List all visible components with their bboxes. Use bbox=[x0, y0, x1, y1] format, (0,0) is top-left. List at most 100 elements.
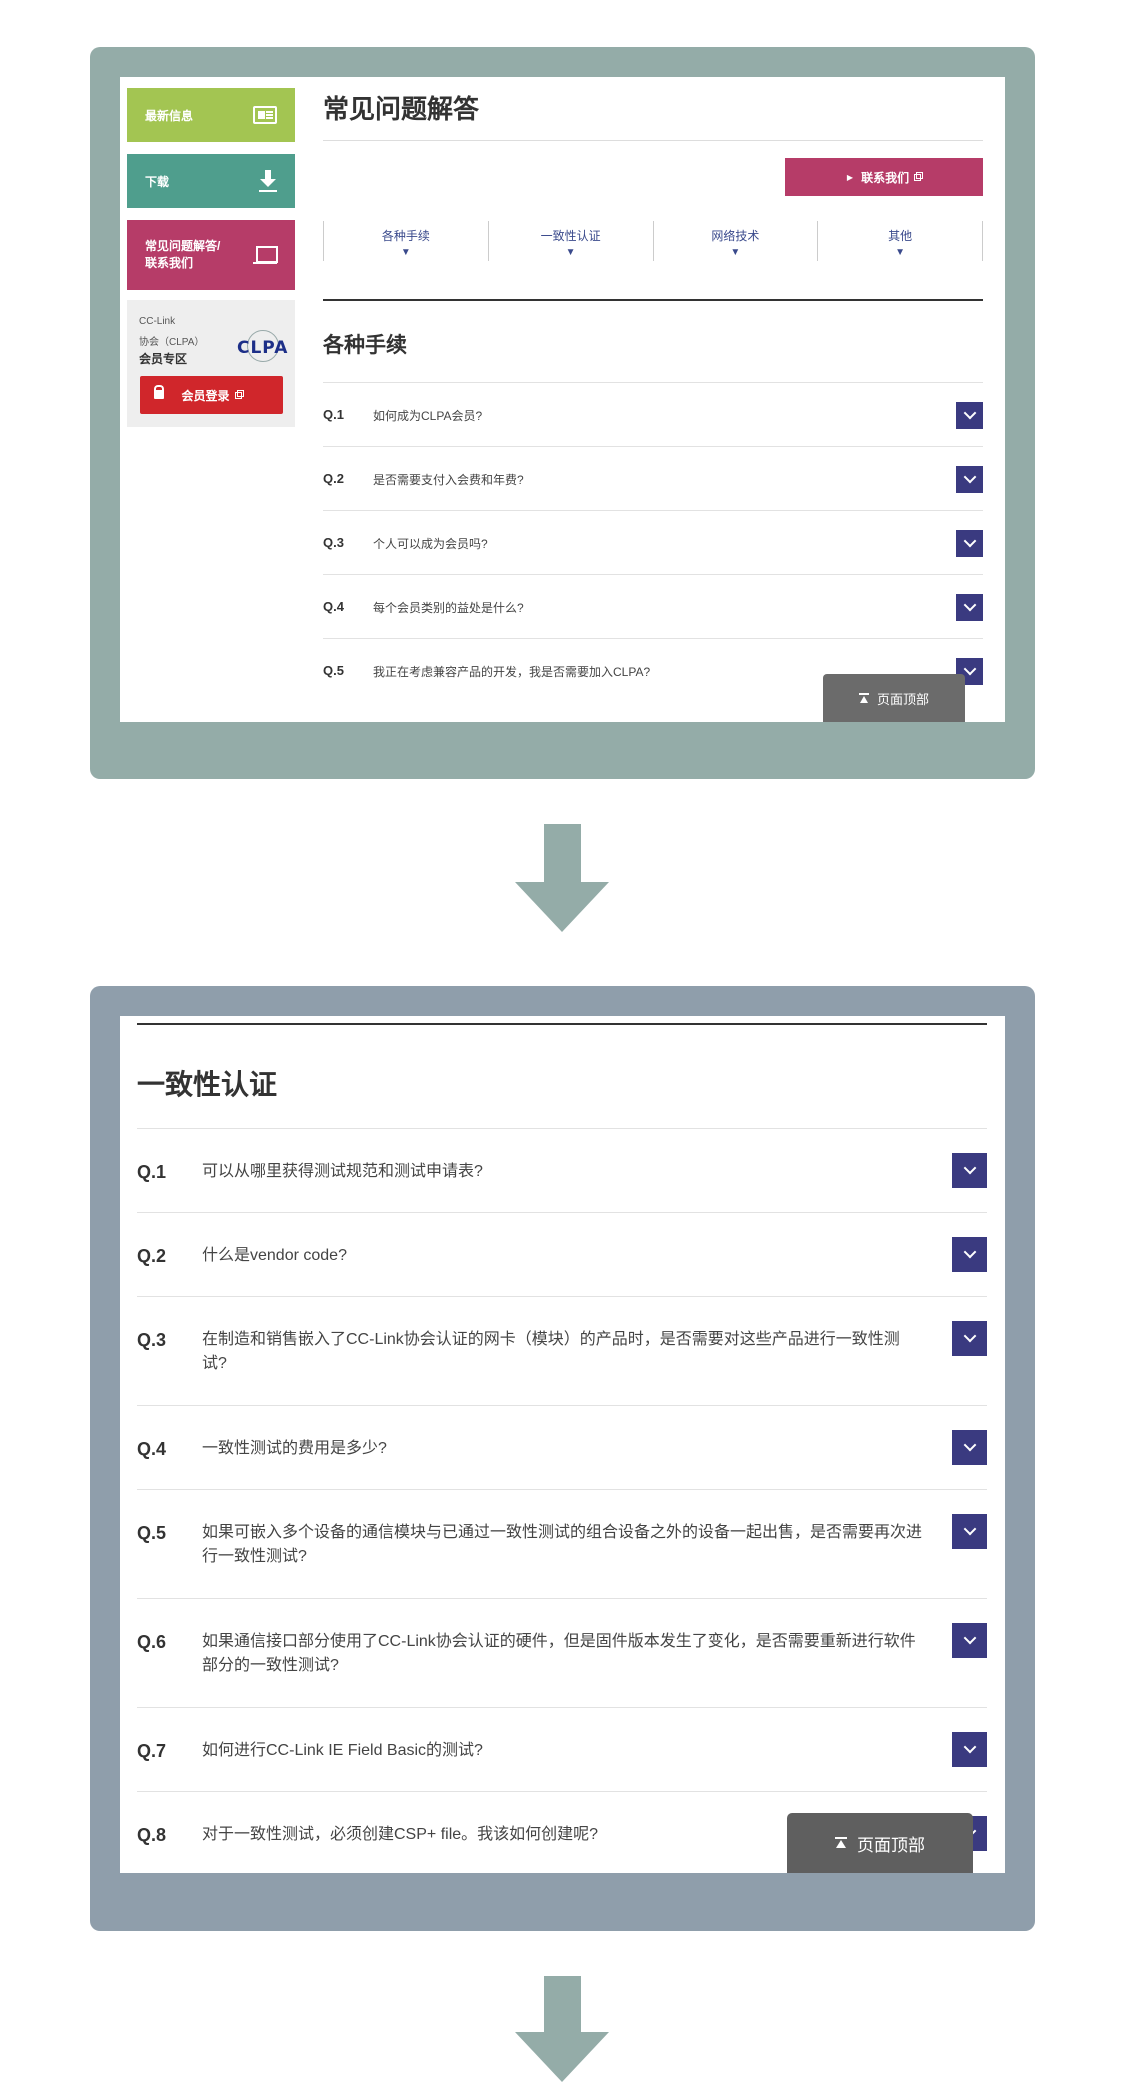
question-text: 什么是vendor code? bbox=[202, 1247, 347, 1264]
screenshot-frame-1: 最新信息 下载 常见问题解答/ 联系我们 CC-Link 协会（CLPA） 会员… bbox=[90, 47, 1035, 779]
question-number: Q.8 bbox=[137, 1825, 167, 1845]
tab-conformance[interactable]: 一致性认证 ▼ bbox=[487, 221, 653, 261]
tab-label: 一致性认证 bbox=[540, 229, 601, 243]
question-text: 我正在考虑兼容产品的开发，我是否需要加入CLPA? bbox=[373, 665, 651, 679]
question-text: 如果可嵌入多个设备的通信模块与已通过一致性测试的组合设备之外的设备一起出售，是否… bbox=[202, 1524, 923, 1565]
laptop-icon bbox=[253, 246, 278, 264]
chevron-down-icon[interactable] bbox=[952, 1153, 987, 1188]
faq-item[interactable]: Q.1 如何成为CLPA会员? bbox=[323, 382, 983, 446]
play-icon: ▶ bbox=[846, 172, 854, 182]
member-text-cclink: CC-Link bbox=[139, 316, 176, 327]
newspaper-icon bbox=[253, 106, 277, 124]
chevron-down-icon[interactable] bbox=[956, 530, 983, 557]
down-triangle-icon: ▼ bbox=[895, 247, 906, 258]
question-text: 在制造和销售嵌入了CC-Link协会认证的网卡（模块）的产品时，是否需要对这些产… bbox=[202, 1331, 900, 1372]
tab-other[interactable]: 其他 ▼ bbox=[817, 221, 983, 261]
faq-item[interactable]: Q.3 在制造和销售嵌入了CC-Link协会认证的网卡（模块）的产品时，是否需要… bbox=[137, 1296, 987, 1405]
question-number: Q.7 bbox=[137, 1741, 167, 1761]
chevron-down-icon[interactable] bbox=[952, 1321, 987, 1356]
question-number: Q.6 bbox=[137, 1632, 167, 1652]
external-link-icon bbox=[914, 171, 924, 181]
question-number: Q.5 bbox=[323, 663, 344, 678]
sidebar-item-label: 最新信息 bbox=[145, 108, 194, 123]
question-text: 是否需要支付入会费和年费? bbox=[373, 473, 524, 487]
sidebar-item-faq-contact[interactable]: 常见问题解答/ 联系我们 bbox=[127, 220, 295, 290]
question-text: 一致性测试的费用是多少? bbox=[202, 1440, 387, 1457]
chevron-down-icon[interactable] bbox=[952, 1237, 987, 1272]
chevron-down-icon[interactable] bbox=[952, 1514, 987, 1549]
contact-label: 联系我们 bbox=[861, 170, 910, 185]
sidebar-item-label: 常见问题解答/ 联系我们 bbox=[145, 238, 220, 272]
title-divider bbox=[323, 140, 983, 141]
down-triangle-icon: ▼ bbox=[730, 247, 741, 258]
lock-icon bbox=[154, 385, 164, 399]
question-number: Q.5 bbox=[137, 1523, 167, 1543]
question-text: 可以从哪里获得测试规范和测试申请表? bbox=[202, 1163, 483, 1180]
section-title: 各种手续 bbox=[323, 334, 407, 357]
member-text-association: 协会（CLPA） bbox=[139, 337, 205, 348]
faq-item[interactable]: Q.3 个人可以成为会员吗? bbox=[323, 510, 983, 574]
member-text-area: 会员专区 bbox=[139, 352, 188, 366]
back-to-top-button[interactable]: 页面顶部 bbox=[787, 1813, 973, 1873]
back-to-top-button[interactable]: 页面顶部 bbox=[823, 674, 965, 722]
faq-label-line1: 常见问题解答/ bbox=[145, 239, 221, 253]
screenshot-frame-2: 一致性认证 Q.1 可以从哪里获得测试规范和测试申请表? Q.2 什么是vend… bbox=[90, 986, 1035, 1931]
faq-item[interactable]: Q.6 如果通信接口部分使用了CC-Link协会认证的硬件，但是固件版本发生了变… bbox=[137, 1598, 987, 1707]
sidebar-item-download[interactable]: 下载 bbox=[127, 154, 295, 208]
faq-list: Q.1 如何成为CLPA会员? Q.2 是否需要支付入会费和年费? Q.3 个人… bbox=[323, 382, 983, 702]
arrow-up-icon bbox=[858, 693, 869, 703]
faq-list: Q.1 可以从哪里获得测试规范和测试申请表? Q.2 什么是vendor cod… bbox=[137, 1128, 987, 1873]
faq-item[interactable]: Q.2 是否需要支付入会费和年费? bbox=[323, 446, 983, 510]
sidebar-item-label: 下载 bbox=[145, 174, 170, 189]
question-text: 如果通信接口部分使用了CC-Link协会认证的硬件，但是固件版本发生了变化，是否… bbox=[202, 1633, 916, 1674]
chevron-down-icon[interactable] bbox=[952, 1732, 987, 1767]
page-title: 常见问题解答 bbox=[323, 94, 480, 124]
question-text: 每个会员类别的益处是什么? bbox=[373, 601, 524, 615]
chevron-down-icon[interactable] bbox=[956, 466, 983, 493]
chevron-down-icon[interactable] bbox=[956, 594, 983, 621]
contact-us-button[interactable]: ▶ 联系我们 bbox=[785, 158, 983, 196]
chevron-down-icon[interactable] bbox=[952, 1623, 987, 1658]
external-link-icon bbox=[234, 389, 244, 399]
tab-procedures[interactable]: 各种手续 ▼ bbox=[323, 221, 488, 261]
question-number: Q.1 bbox=[137, 1162, 167, 1182]
faq-label-line2: 联系我们 bbox=[145, 256, 194, 270]
faq-page-screen-2: 一致性认证 Q.1 可以从哪里获得测试规范和测试申请表? Q.2 什么是vend… bbox=[120, 1016, 1005, 1873]
down-arrow-icon bbox=[515, 824, 610, 932]
down-arrow-icon bbox=[515, 1976, 610, 2082]
arrow-up-icon bbox=[835, 1837, 847, 1849]
member-area-box: CC-Link 协会（CLPA） 会员专区 CLPA 会员登录 bbox=[127, 300, 295, 427]
login-label: 会员登录 bbox=[181, 388, 230, 403]
sidebar-item-news[interactable]: 最新信息 bbox=[127, 88, 295, 142]
faq-item[interactable]: Q.4 一致性测试的费用是多少? bbox=[137, 1405, 987, 1489]
question-number: Q.4 bbox=[323, 599, 344, 614]
chevron-down-icon[interactable] bbox=[956, 402, 983, 429]
tab-label: 网络技术 bbox=[711, 229, 760, 243]
faq-item[interactable]: Q.7 如何进行CC-Link IE Field Basic的测试? bbox=[137, 1707, 987, 1791]
question-number: Q.3 bbox=[323, 535, 344, 550]
question-number: Q.1 bbox=[323, 407, 344, 422]
download-icon bbox=[259, 170, 277, 192]
back-to-top-label: 页面顶部 bbox=[857, 1835, 925, 1855]
question-number: Q.3 bbox=[137, 1330, 167, 1350]
category-tabs: 各种手续 ▼ 一致性认证 ▼ 网络技术 ▼ 其他 ▼ bbox=[323, 221, 983, 261]
question-text: 如何成为CLPA会员? bbox=[373, 409, 483, 423]
faq-item[interactable]: Q.5 如果可嵌入多个设备的通信模块与已通过一致性测试的组合设备之外的设备一起出… bbox=[137, 1489, 987, 1598]
section-divider bbox=[137, 1023, 987, 1025]
member-login-button[interactable]: 会员登录 bbox=[140, 376, 283, 414]
logo-text: CLPA bbox=[237, 338, 289, 358]
section-title: 一致性认证 bbox=[137, 1069, 278, 1100]
tab-label: 其他 bbox=[888, 229, 913, 243]
section-divider bbox=[323, 299, 983, 301]
faq-item[interactable]: Q.4 每个会员类别的益处是什么? bbox=[323, 574, 983, 638]
question-text: 如何进行CC-Link IE Field Basic的测试? bbox=[202, 1742, 483, 1759]
down-triangle-icon: ▼ bbox=[565, 247, 576, 258]
question-number: Q.2 bbox=[137, 1246, 167, 1266]
question-number: Q.2 bbox=[323, 471, 344, 486]
tab-network-tech[interactable]: 网络技术 ▼ bbox=[652, 221, 818, 261]
question-number: Q.4 bbox=[137, 1439, 167, 1459]
chevron-down-icon[interactable] bbox=[952, 1430, 987, 1465]
faq-item[interactable]: Q.2 什么是vendor code? bbox=[137, 1212, 987, 1296]
faq-item[interactable]: Q.1 可以从哪里获得测试规范和测试申请表? bbox=[137, 1128, 987, 1212]
question-text: 个人可以成为会员吗? bbox=[373, 537, 488, 551]
